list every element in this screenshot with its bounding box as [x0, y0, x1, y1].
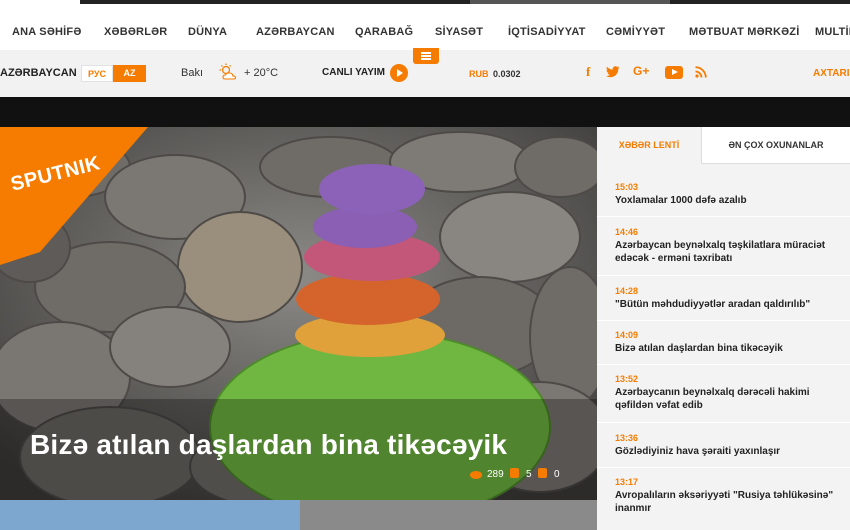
divider — [597, 422, 850, 423]
news-time: 13:36 — [615, 433, 639, 443]
news-item[interactable]: 14:09 Bizə atılan daşlardan bina tikəcəy… — [615, 330, 847, 355]
play-icon[interactable] — [390, 64, 408, 82]
nav-item-news[interactable]: XƏBƏRLƏR — [104, 26, 167, 38]
dislike-icon[interactable] — [538, 468, 547, 478]
views-count: 289 — [487, 469, 504, 480]
news-time: 14:28 — [615, 286, 639, 296]
rss-icon[interactable] — [695, 66, 707, 78]
search-link[interactable]: AXTARIŞ — [813, 68, 850, 79]
news-time: 13:17 — [615, 477, 639, 487]
partly-cloudy-icon — [219, 63, 237, 80]
tab-most-read[interactable]: ƏN ÇOX OXUNANLAR — [701, 127, 850, 164]
news-time: 14:09 — [615, 330, 639, 340]
lang-ru-button[interactable]: РУС — [81, 65, 113, 82]
twitter-icon[interactable] — [606, 66, 620, 78]
like-icon[interactable] — [510, 468, 519, 478]
top-strip-bar-highlight — [470, 0, 670, 4]
dislikes-count: 0 — [554, 469, 560, 480]
hero-title[interactable]: Bizə atılan daşlardan bina tikəcəyik — [30, 429, 507, 461]
top-strip — [0, 0, 850, 8]
news-item[interactable]: 15:03 Yoxlamalar 1000 dəfə azalıb — [615, 182, 847, 207]
menu-icon-line — [421, 58, 431, 60]
tab-news-feed[interactable]: XƏBƏR LENTİ — [597, 127, 701, 164]
weather-city: Bakı — [181, 67, 204, 79]
currency-value: 0.0302 — [493, 69, 521, 79]
news-title[interactable]: Azərbaycanın beynəlxalq dərəcəli hakimi … — [615, 386, 847, 412]
facebook-icon[interactable]: f — [586, 64, 590, 80]
news-title[interactable]: Gözlədiyiniz hava şəraiti yaxınlaşır — [615, 445, 847, 458]
news-item[interactable]: 13:17 Avropalıların əksəriyyəti "Rusiya … — [615, 477, 847, 515]
hero-article[interactable]: SPUTNIK Bizə atılan daşlardan bina tikəc… — [0, 127, 597, 500]
news-item[interactable]: 14:28 "Bütün məhdudiyyətlər aradan qaldı… — [615, 286, 847, 311]
divider — [597, 216, 850, 217]
news-item[interactable]: 13:36 Gözlədiyiniz hava şəraiti yaxınlaş… — [615, 433, 847, 458]
news-title[interactable]: Avropalıların əksəriyyəti "Rusiya təhlük… — [615, 489, 847, 515]
nav-item-home[interactable]: ANA SƏHİFƏ — [12, 26, 82, 38]
weather-temperature: + 20°C — [244, 67, 279, 79]
menu-icon-line — [421, 55, 431, 57]
youtube-icon[interactable] — [665, 66, 683, 79]
top-strip-bar — [80, 0, 850, 4]
divider — [597, 320, 850, 321]
currency-label: RUB — [469, 69, 489, 79]
divider — [597, 275, 850, 276]
lang-az-button[interactable]: AZ — [113, 65, 146, 82]
article-thumbnail[interactable] — [0, 500, 300, 530]
nav-item-politics[interactable]: SİYASƏT — [435, 26, 483, 38]
likes-count: 5 — [526, 469, 532, 480]
news-time: 15:03 — [615, 182, 639, 192]
news-time: 14:46 — [615, 227, 639, 237]
main-nav: ANA SƏHİFƏ XƏBƏRLƏR DÜNYA AZƏRBAYCAN QAR… — [0, 14, 850, 50]
google-plus-icon[interactable]: G+ — [633, 64, 649, 78]
news-time: 13:52 — [615, 374, 639, 384]
news-title[interactable]: Bizə atılan daşlardan bina tikəcəyik — [615, 342, 847, 355]
menu-icon-line — [421, 52, 431, 54]
live-stream-label[interactable]: CANLI YAYIM — [322, 67, 385, 78]
menu-toggle-button[interactable] — [413, 48, 439, 64]
nav-item-press-center[interactable]: MƏTBUAT MƏRKƏZİ — [689, 26, 799, 38]
news-title[interactable]: Azərbaycan beynəlxalq təşkilatlara mürac… — [615, 239, 847, 265]
nav-item-multimedia[interactable]: MULTİM — [815, 26, 850, 38]
article-thumbnail[interactable] — [300, 500, 597, 530]
nav-item-azerbaijan[interactable]: AZƏRBAYCAN — [256, 26, 335, 38]
news-item[interactable]: 13:52 Azərbaycanın beynəlxalq dərəcəli h… — [615, 374, 847, 412]
nav-item-society[interactable]: CƏMİYYƏT — [606, 26, 665, 38]
header-dark-band — [0, 97, 850, 127]
nav-item-economy[interactable]: İQTİSADİYYAT — [508, 26, 586, 38]
divider — [597, 467, 850, 468]
views-icon — [470, 471, 482, 479]
news-sidebar: XƏBƏR LENTİ ƏN ÇOX OXUNANLAR 15:03 Yoxla… — [597, 127, 850, 530]
nav-item-karabakh[interactable]: QARABAĞ — [355, 26, 413, 38]
nav-item-world[interactable]: DÜNYA — [188, 26, 227, 38]
secondary-articles-row — [0, 500, 597, 530]
news-item[interactable]: 14:46 Azərbaycan beynəlxalq təşkilatlara… — [615, 227, 847, 265]
edition-label[interactable]: AZƏRBAYCAN — [0, 67, 77, 79]
divider — [597, 364, 850, 365]
news-title[interactable]: "Bütün məhdudiyyətlər aradan qaldırılıb" — [615, 298, 847, 311]
news-title[interactable]: Yoxlamalar 1000 dəfə azalıb — [615, 194, 847, 207]
